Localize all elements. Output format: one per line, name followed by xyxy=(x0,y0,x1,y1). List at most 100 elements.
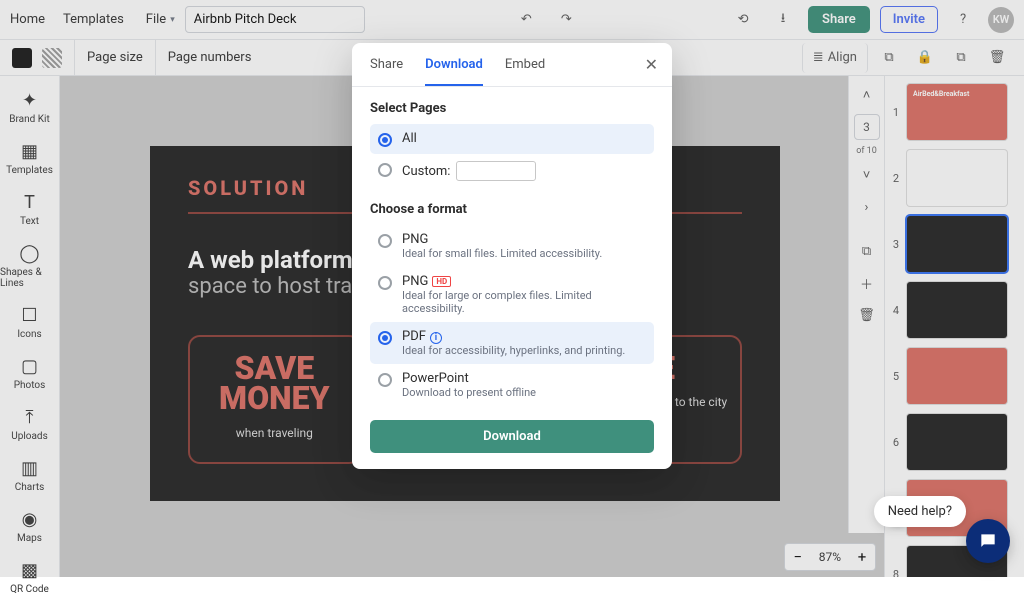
format-option-png[interactable]: PNGIdeal for small files. Limited access… xyxy=(370,225,654,267)
pages-custom-label: Custom: xyxy=(402,164,450,179)
modal-tab-embed[interactable]: Embed xyxy=(505,57,545,86)
modal-tab-download[interactable]: Download xyxy=(425,57,483,86)
rail-charts[interactable]: ▥Charts xyxy=(0,450,59,501)
fill-color-swatch[interactable] xyxy=(12,48,32,68)
format-option-powerpoint[interactable]: PowerPointDownload to present offline xyxy=(370,364,654,406)
rail-brand-kit[interactable]: ✦ Brand Kit xyxy=(0,82,59,133)
rail-label: Templates xyxy=(6,165,53,176)
thumbnail[interactable]: AirBed&Breakfast xyxy=(907,84,1007,140)
format-label: PNG xyxy=(402,232,602,247)
pattern-swatch[interactable] xyxy=(42,48,62,68)
page-delete-icon[interactable]: 🗑 xyxy=(854,302,880,328)
doc-title-input[interactable] xyxy=(185,6,365,33)
canvas-side-rail: ˄ 3 of 10 ˅ › ⧉ ＋ 🗑 xyxy=(848,76,884,533)
download-modal: Share Download Embed ✕ Select Pages All … xyxy=(352,43,672,469)
modal-tab-share[interactable]: Share xyxy=(370,57,403,86)
rail-label: Brand Kit xyxy=(9,114,49,125)
thumbnail[interactable] xyxy=(907,348,1007,404)
rail-icon: ◯ xyxy=(19,243,39,264)
rail-label: Uploads xyxy=(11,431,47,442)
trash-icon[interactable]: 🗑 xyxy=(982,43,1012,73)
format-desc: Ideal for accessibility, hyperlinks, and… xyxy=(402,344,625,357)
group-icon[interactable]: ⧉ xyxy=(874,43,904,73)
page-up-icon[interactable]: ˄ xyxy=(854,82,880,108)
thumbnail[interactable] xyxy=(907,216,1007,272)
rail-label: Charts xyxy=(15,482,45,493)
format-desc: Download to present offline xyxy=(402,386,536,399)
rail-qr-code[interactable]: ▩ QR Code xyxy=(0,552,59,603)
align-label: Align xyxy=(828,50,857,65)
file-label: File xyxy=(146,12,166,27)
rail-icon: ✦ xyxy=(22,90,37,111)
zoom-out-button[interactable]: − xyxy=(785,544,811,570)
rail-icon: ⤒ xyxy=(26,407,34,428)
file-menu[interactable]: File ▾ xyxy=(146,12,175,27)
radio-icon xyxy=(378,276,392,290)
rail-icon: ▢ xyxy=(21,356,38,377)
radio-icon xyxy=(378,234,392,248)
slide-pillar: SAVEMONEYwhen traveling xyxy=(188,335,361,464)
zoom-in-button[interactable]: + xyxy=(849,544,875,570)
rail-icons[interactable]: ☐Icons xyxy=(0,297,59,348)
redo-icon[interactable]: ↷ xyxy=(551,5,581,35)
left-rail: ✦ Brand Kit ▦ Templates TText◯Shapes & Lines… xyxy=(0,76,60,577)
invite-button[interactable]: Invite xyxy=(880,6,938,33)
download-icon[interactable]: ⭳ xyxy=(768,5,798,35)
pages-all-label: All xyxy=(402,131,417,146)
format-option-png-hd[interactable]: PNGHDIdeal for large or complex files. L… xyxy=(370,267,654,322)
page-duplicate-icon[interactable]: ⧉ xyxy=(854,238,880,264)
pages-all-option[interactable]: All xyxy=(370,124,654,154)
rail-text[interactable]: TText xyxy=(0,184,59,235)
page-add-icon[interactable]: ＋ xyxy=(854,270,880,296)
sync-icon[interactable]: ⟲ xyxy=(728,5,758,35)
thumbnail[interactable] xyxy=(907,150,1007,206)
nav-home[interactable]: Home xyxy=(10,12,45,27)
radio-icon xyxy=(378,133,392,147)
rail-icon: ☐ xyxy=(21,305,37,326)
format-option-pdf[interactable]: PDFiIdeal for accessibility, hyperlinks,… xyxy=(370,322,654,364)
radio-icon xyxy=(378,331,392,345)
pages-custom-option[interactable]: Custom: xyxy=(370,154,654,188)
copy-icon[interactable]: ⧉ xyxy=(946,43,976,73)
thumbnail[interactable] xyxy=(907,414,1007,470)
page-expand-icon[interactable]: › xyxy=(854,194,880,220)
format-label: PowerPoint xyxy=(402,371,536,386)
rail-icon: ▦ xyxy=(21,141,38,162)
lock-icon[interactable]: 🔒 xyxy=(910,43,940,73)
share-button[interactable]: Share xyxy=(808,6,870,33)
avatar[interactable]: KW xyxy=(988,7,1014,33)
thumb-number: 2 xyxy=(891,172,901,185)
chevron-down-icon: ▾ xyxy=(170,15,175,25)
thumb-number: 1 xyxy=(891,106,901,119)
zoom-control: − 87% + xyxy=(784,543,876,571)
thumb-number: 3 xyxy=(891,238,901,251)
align-button[interactable]: ≣Align xyxy=(802,43,868,73)
pages-custom-input[interactable] xyxy=(456,161,536,181)
rail-uploads[interactable]: ⤒ Uploads xyxy=(0,399,59,450)
thumb-number: 5 xyxy=(891,370,901,383)
page-down-icon[interactable]: ˅ xyxy=(854,162,880,188)
rail-icon: ▩ xyxy=(21,560,38,581)
thumbnail[interactable] xyxy=(907,282,1007,338)
rail-photos[interactable]: ▢Photos xyxy=(0,348,59,399)
close-icon[interactable]: ✕ xyxy=(645,55,658,74)
download-button[interactable]: Download xyxy=(370,420,654,453)
page-numbers-button[interactable]: Page numbers xyxy=(156,40,264,75)
chat-icon xyxy=(978,531,998,551)
help-fab[interactable] xyxy=(966,519,1010,563)
page-size-button[interactable]: Page size xyxy=(75,40,156,75)
rail-templates[interactable]: ▦ Templates xyxy=(0,133,59,184)
rail-maps[interactable]: ◉Maps xyxy=(0,501,59,552)
page-total: of 10 xyxy=(856,146,877,156)
format-label: PNGHD xyxy=(402,274,646,289)
nav-templates[interactable]: Templates xyxy=(63,12,124,27)
thumb-number: 6 xyxy=(891,436,901,449)
undo-icon[interactable]: ↶ xyxy=(511,5,541,35)
help-bubble[interactable]: Need help? xyxy=(874,496,966,527)
thumb-row: 5 xyxy=(891,348,1018,404)
thumb-number: 4 xyxy=(891,304,901,317)
rail-shapes-lines[interactable]: ◯Shapes & Lines xyxy=(0,235,59,297)
page-indicator[interactable]: 3 xyxy=(854,114,880,140)
help-icon[interactable]: ? xyxy=(948,5,978,35)
rail-label: QR Code xyxy=(10,584,49,595)
